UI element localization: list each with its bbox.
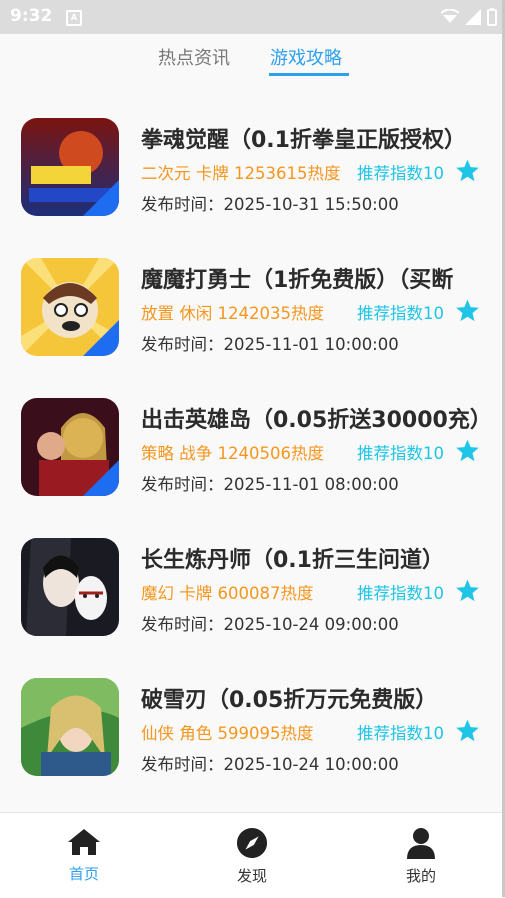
nav-home-label: 首页 <box>68 865 99 883</box>
item-title: 长生炼丹师（0.1折三生问道） <box>141 548 444 573</box>
recommend-label: 推荐指数10 <box>357 164 444 183</box>
nav-discover[interactable]: 发现 <box>202 827 302 886</box>
game-thumbnail <box>21 258 119 356</box>
bottom-nav: 首页 发现 我的 <box>0 812 505 898</box>
item-date: 发布时间：2025-10-31 15:50:00 <box>141 195 399 214</box>
recommend-label: 推荐指数10 <box>357 724 444 743</box>
game-thumbnail <box>21 678 119 776</box>
cellular-icon <box>465 9 481 25</box>
item-tags: 魔幻 卡牌 600087热度 <box>141 584 314 603</box>
item-title: 破雪刃（0.05折万元免费版） <box>141 688 438 713</box>
item-date: 发布时间：2025-10-24 10:00:00 <box>141 755 399 774</box>
list-item[interactable]: 拳魂觉醒（0.1折拳皇正版授权） 二次元 卡牌 1253615热度 推荐指数10… <box>0 100 505 240</box>
tab-bar: 热点资讯 游戏攻略 <box>0 34 505 84</box>
nav-profile-label: 我的 <box>405 867 436 885</box>
nav-discover-label: 发现 <box>236 867 267 885</box>
person-icon <box>407 828 435 859</box>
item-date: 发布时间：2025-10-24 09:00:00 <box>141 615 399 634</box>
item-date: 发布时间：2025-11-01 10:00:00 <box>141 335 399 354</box>
compass-icon <box>236 827 268 859</box>
game-thumbnail <box>21 118 119 216</box>
battery-icon <box>487 8 497 26</box>
item-tags: 二次元 卡牌 1253615热度 <box>141 164 341 183</box>
status-bar: 9:32 A <box>0 0 505 34</box>
item-tags: 仙侠 角色 599095热度 <box>141 724 314 743</box>
signal-icon <box>441 9 459 23</box>
list-item[interactable]: 出击英雄岛（0.05折送30000充） 策略 战争 1240506热度 推荐指数… <box>0 380 505 520</box>
tab-game-guides[interactable]: 游戏攻略 <box>270 44 342 70</box>
item-title: 魔魔打勇士（1折免费版）（买断 <box>141 268 454 293</box>
star-icon <box>456 719 479 742</box>
game-thumbnail <box>21 538 119 636</box>
item-tags: 策略 战争 1240506热度 <box>141 444 324 463</box>
active-tab-indicator <box>269 73 349 76</box>
home-icon <box>68 829 100 855</box>
list-item[interactable]: 长生炼丹师（0.1折三生问道） 魔幻 卡牌 600087热度 推荐指数10 发布… <box>0 520 505 660</box>
recommend-label: 推荐指数10 <box>357 444 444 463</box>
list-item[interactable]: 破雪刃（0.05折万元免费版） 仙侠 角色 599095热度 推荐指数10 发布… <box>0 660 505 800</box>
star-icon <box>456 299 479 322</box>
status-icons <box>441 6 497 28</box>
item-tags: 放置 休闲 1242035热度 <box>141 304 324 323</box>
status-time: 9:32 <box>10 6 53 26</box>
recommend-label: 推荐指数10 <box>357 304 444 323</box>
item-date: 发布时间：2025-11-01 08:00:00 <box>141 475 399 494</box>
star-icon <box>456 439 479 462</box>
item-title: 出击英雄岛（0.05折送30000充） <box>141 408 492 433</box>
recommend-label: 推荐指数10 <box>357 584 444 603</box>
tab-hot-news[interactable]: 热点资讯 <box>158 44 230 70</box>
star-icon <box>456 579 479 602</box>
list-item[interactable]: 魔魔打勇士（1折免费版）（买断 放置 休闲 1242035热度 推荐指数10 发… <box>0 240 505 380</box>
star-icon <box>456 159 479 182</box>
nav-home[interactable]: 首页 <box>34 827 134 884</box>
notification-icon: A <box>66 10 82 26</box>
item-title: 拳魂觉醒（0.1折拳皇正版授权） <box>141 128 466 153</box>
game-thumbnail <box>21 398 119 496</box>
nav-profile[interactable]: 我的 <box>371 827 471 886</box>
